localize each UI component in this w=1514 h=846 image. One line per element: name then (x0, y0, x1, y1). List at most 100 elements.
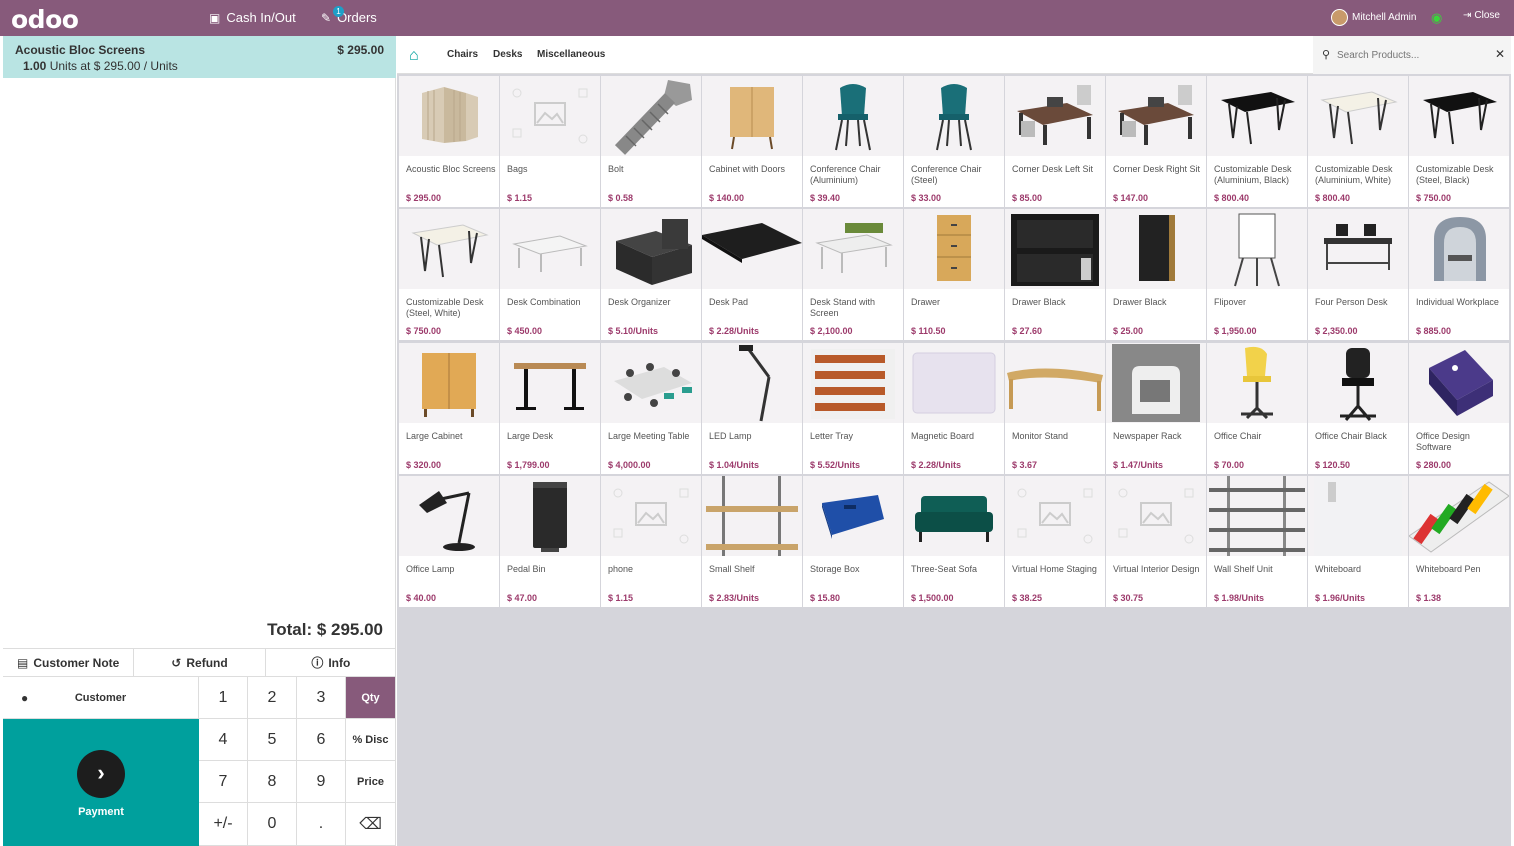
product-card[interactable]: Drawer Black $ 27.60 (1005, 209, 1105, 340)
product-card[interactable]: Storage Box $ 15.80 (803, 476, 903, 607)
product-image (1106, 209, 1206, 289)
product-price: $ 1.47/Units (1113, 460, 1164, 470)
product-card[interactable]: Desk Pad $ 2.28/Units (702, 209, 802, 340)
product-card[interactable]: Whiteboard Pen $ 1.38 (1409, 476, 1509, 607)
product-card[interactable]: Individual Workplace $ 885.00 (1409, 209, 1509, 340)
product-card[interactable]: Customizable Desk (Aluminium, White) $ 80… (1308, 76, 1408, 207)
category-desks[interactable]: Desks (493, 49, 522, 60)
product-price: $ 750.00 (406, 326, 442, 336)
product-card[interactable]: Drawer Black $ 25.00 (1106, 209, 1206, 340)
key-decimal[interactable]: . (297, 803, 346, 846)
product-card[interactable]: Corner Desk Right Sit $ 147.00 (1106, 76, 1206, 207)
product-card[interactable]: Acoustic Bloc Screens $ 295.00 (399, 76, 499, 207)
product-image (500, 343, 600, 423)
product-card[interactable]: Magnetic Board $ 2.28/Units (904, 343, 1004, 474)
category-miscellaneous[interactable]: Miscellaneous (537, 49, 605, 60)
product-image (702, 476, 802, 556)
product-price: $ 110.50 (911, 326, 946, 336)
search-input[interactable] (1337, 46, 1487, 64)
mode-qty[interactable]: Qty (346, 677, 396, 719)
key-1[interactable]: 1 (199, 677, 248, 719)
avatar (1331, 9, 1348, 26)
orders-button[interactable]: ✎ Orders (321, 10, 377, 25)
product-card[interactable]: Conference Chair (Aluminium) $ 39.40 (803, 76, 903, 207)
product-card[interactable]: Letter Tray $ 5.52/Units (803, 343, 903, 474)
product-card[interactable]: Large Cabinet $ 320.00 (399, 343, 499, 474)
product-card[interactable]: Flipover $ 1,950.00 (1207, 209, 1307, 340)
key-5[interactable]: 5 (248, 719, 297, 761)
product-card[interactable]: Drawer $ 110.50 (904, 209, 1004, 340)
product-card[interactable]: Small Shelf $ 2.83/Units (702, 476, 802, 607)
product-card[interactable]: Office Design Software $ 280.00 (1409, 343, 1509, 474)
product-card[interactable]: Desk Combination $ 450.00 (500, 209, 600, 340)
key-6[interactable]: 6 (297, 719, 346, 761)
product-card[interactable]: Desk Stand with Screen $ 2,100.00 (803, 209, 903, 340)
product-card[interactable]: Conference Chair (Steel) $ 33.00 (904, 76, 1004, 207)
product-card[interactable]: Large Desk $ 1,799.00 (500, 343, 600, 474)
key-4[interactable]: 4 (199, 719, 248, 761)
home-icon[interactable]: ⌂ (409, 47, 419, 65)
product-card[interactable]: Whiteboard $ 1.96/Units (1308, 476, 1408, 607)
clear-search-icon[interactable]: ✕ (1495, 47, 1505, 61)
payment-button[interactable]: › Payment (3, 719, 199, 846)
key-9[interactable]: 9 (297, 761, 346, 803)
product-card[interactable]: Customizable Desk (Aluminium, Black) $ 80… (1207, 76, 1307, 207)
key-7[interactable]: 7 (199, 761, 248, 803)
product-card[interactable]: Desk Organizer $ 5.10/Units (601, 209, 701, 340)
product-card[interactable]: Cabinet with Doors $ 140.00 (702, 76, 802, 207)
product-card[interactable]: Monitor Stand $ 3.67 (1005, 343, 1105, 474)
product-card[interactable]: Customizable Desk (Steel, White) $ 750.00 (399, 209, 499, 340)
product-card[interactable]: Bags $ 1.15 (500, 76, 600, 207)
product-card[interactable]: Office Chair $ 70.00 (1207, 343, 1307, 474)
order-line[interactable]: Acoustic Bloc Screens $ 295.00 1.00 Unit… (3, 36, 396, 78)
product-card[interactable]: Four Person Desk $ 2,350.00 (1308, 209, 1408, 340)
product-card[interactable]: Virtual Home Staging $ 38.25 (1005, 476, 1105, 607)
product-price: $ 140.00 (709, 193, 745, 203)
search-box: ⚲ ✕ (1313, 36, 1511, 74)
product-card[interactable]: Customizable Desk (Steel, Black) $ 750.00 (1409, 76, 1509, 207)
backspace-button[interactable]: ⌫ (346, 803, 396, 846)
key-0[interactable]: 0 (248, 803, 297, 846)
product-card[interactable]: Three-Seat Sofa $ 1,500.00 (904, 476, 1004, 607)
product-card[interactable]: phone $ 1.15 (601, 476, 701, 607)
product-card[interactable]: Office Chair Black $ 120.50 (1308, 343, 1408, 474)
product-image (399, 343, 499, 423)
action-row: ▤ Customer Note ↺ Refund ⓘ Info (3, 648, 396, 677)
user-menu[interactable]: Mitchell Admin (1331, 9, 1416, 26)
customer-note-button[interactable]: ▤ Customer Note (3, 649, 135, 676)
product-card[interactable]: Virtual Interior Design $ 30.75 (1106, 476, 1206, 607)
sign-out-icon: ⇥ (1463, 10, 1472, 21)
product-price: $ 5.10/Units (608, 326, 659, 336)
close-button[interactable]: ⇥ Close (1463, 10, 1500, 21)
wifi-icon: ◉ (1431, 10, 1443, 25)
refund-button[interactable]: ↺ Refund (134, 649, 266, 676)
product-card[interactable]: Wall Shelf Unit $ 1.98/Units (1207, 476, 1307, 607)
key-3[interactable]: 3 (297, 677, 346, 719)
key-2[interactable]: 2 (248, 677, 297, 719)
key-plus-minus[interactable]: +/- (199, 803, 248, 846)
product-price: $ 147.00 (1113, 193, 1149, 203)
product-card[interactable]: Office Lamp $ 40.00 (399, 476, 499, 607)
product-price: $ 70.00 (1214, 460, 1245, 470)
info-label: Info (328, 655, 351, 670)
product-card[interactable]: Bolt $ 0.58 (601, 76, 701, 207)
info-button[interactable]: ⓘ Info (266, 649, 396, 676)
product-image (1207, 209, 1307, 289)
product-price: $ 1.98/Units (1214, 593, 1265, 603)
cash-in-out-button[interactable]: ▣ Cash In/Out (209, 10, 296, 25)
product-name: Large Cabinet (406, 431, 463, 441)
mode-discount[interactable]: % Disc (346, 719, 396, 761)
product-image (500, 76, 600, 156)
category-chairs[interactable]: Chairs (447, 49, 478, 60)
product-card[interactable]: Newspaper Rack $ 1.47/Units (1106, 343, 1206, 474)
key-8[interactable]: 8 (248, 761, 297, 803)
customer-button[interactable]: ● Customer (3, 677, 199, 719)
product-card[interactable]: LED Lamp $ 1.04/Units (702, 343, 802, 474)
product-card[interactable]: Pedal Bin $ 47.00 (500, 476, 600, 607)
product-card[interactable]: Large Meeting Table $ 4,000.00 (601, 343, 701, 474)
product-price: $ 15.80 (810, 593, 841, 603)
mode-price[interactable]: Price (346, 761, 396, 803)
product-card[interactable]: Corner Desk Left Sit $ 85.00 (1005, 76, 1105, 207)
product-image (1308, 76, 1408, 156)
product-image (399, 76, 499, 156)
